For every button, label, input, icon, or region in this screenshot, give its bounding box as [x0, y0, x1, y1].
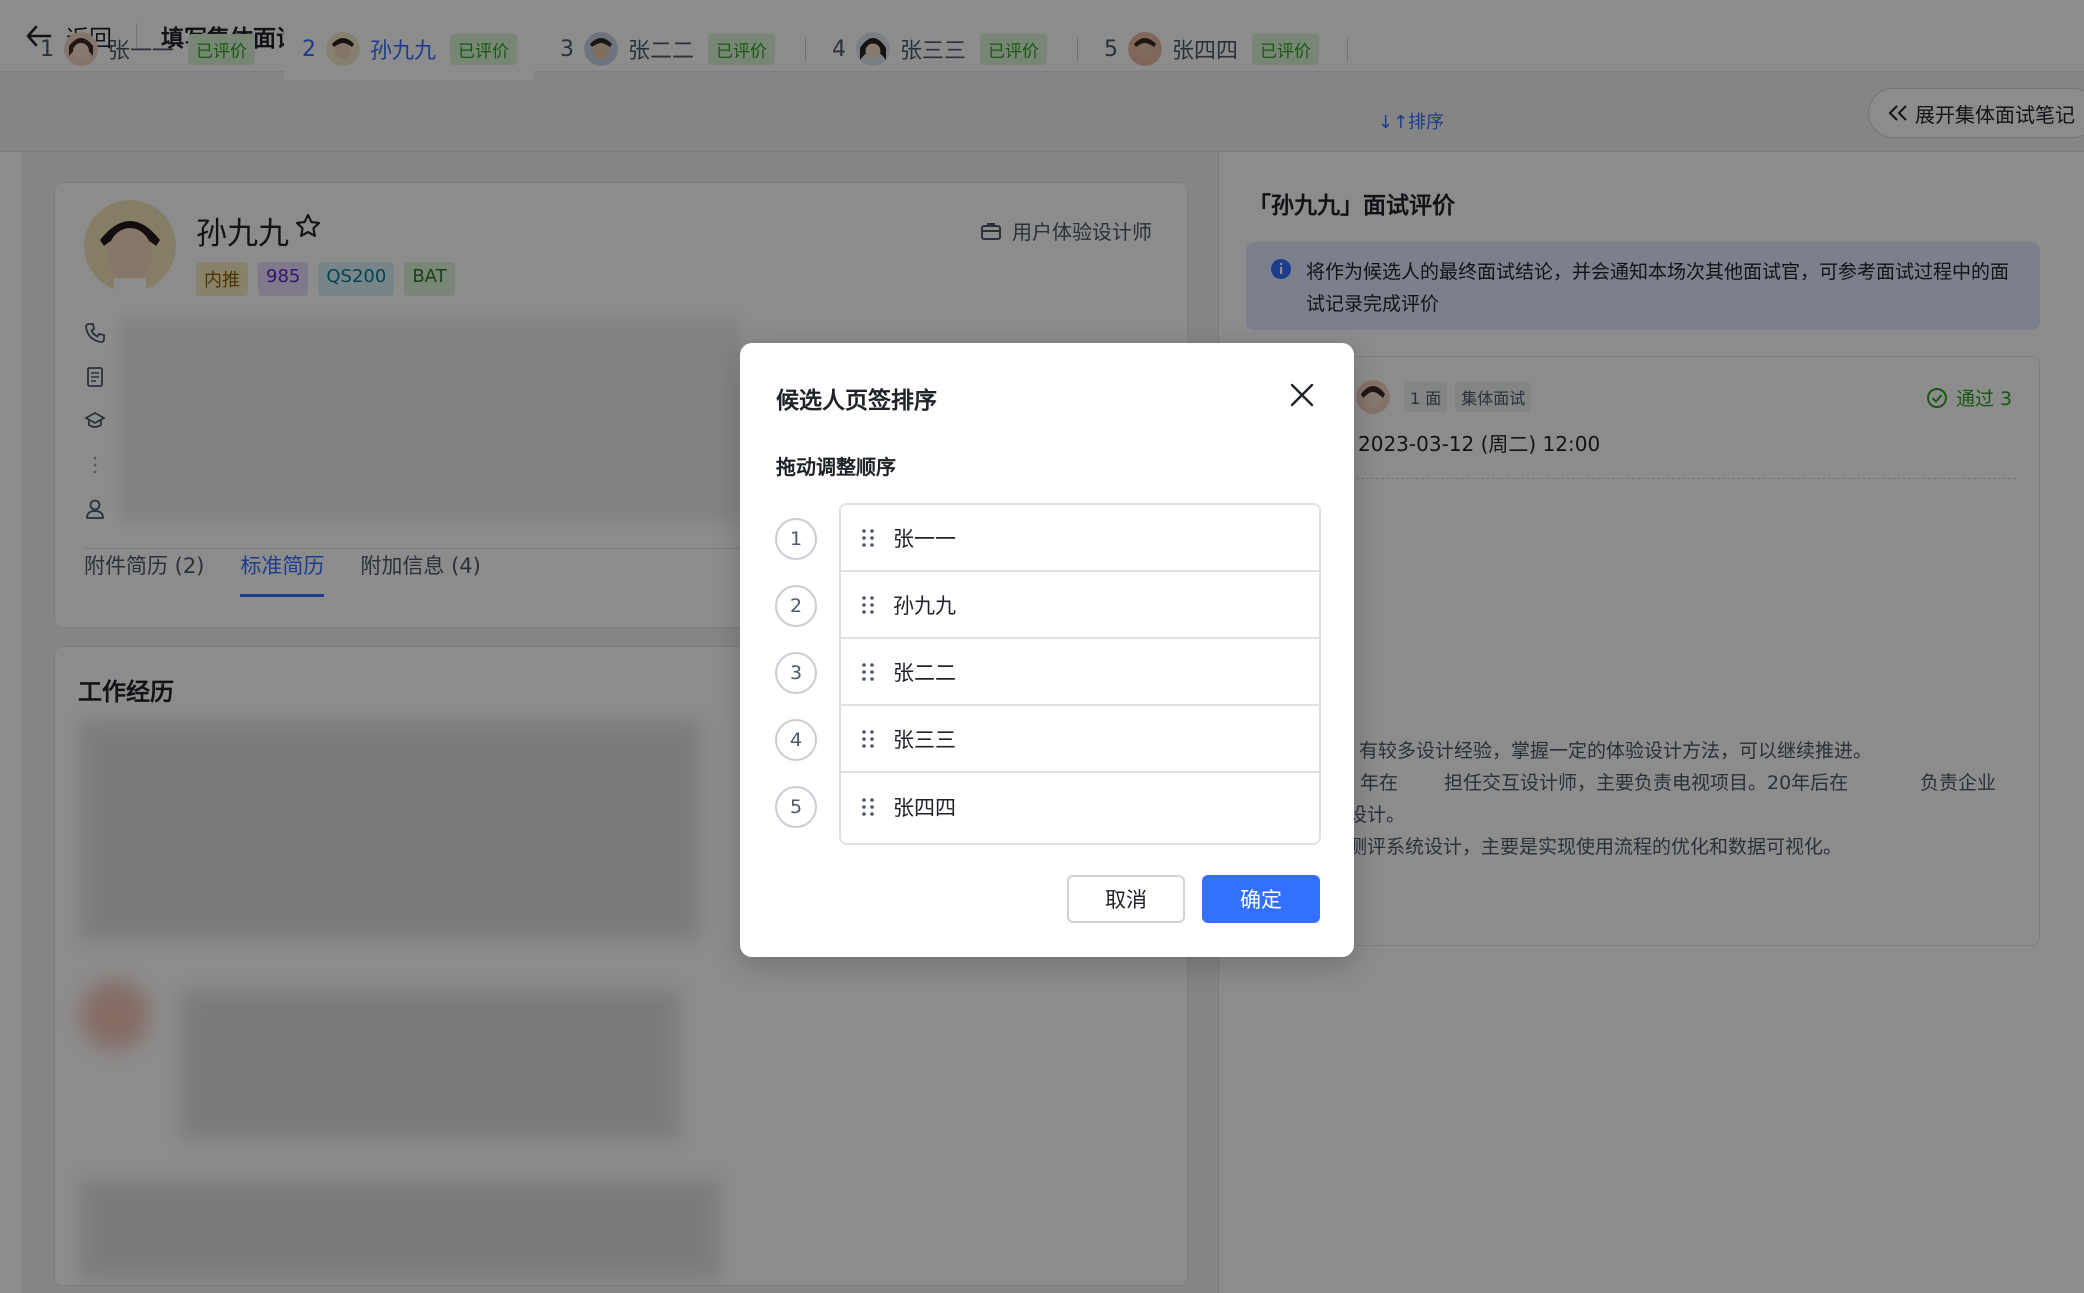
sortable-item[interactable]: 张一一 [841, 505, 1319, 572]
sortable-item[interactable]: 孙九九 [841, 572, 1319, 639]
sortable-item[interactable]: 张三三 [841, 706, 1319, 773]
sortable-list: 张一一 孙九九 张二二 张三三 张四四 [839, 503, 1321, 845]
sortable-item[interactable]: 张二二 [841, 639, 1319, 706]
item-name: 张四四 [893, 795, 956, 820]
dialog-subtitle: 拖动调整顺序 [776, 455, 896, 479]
order-number: 5 [775, 786, 817, 828]
sortable-item[interactable]: 张四四 [841, 773, 1319, 840]
order-number: 1 [775, 518, 817, 560]
order-number: 2 [775, 585, 817, 627]
order-number: 3 [775, 652, 817, 694]
page: 返回 填写集体面试评价 1 张一一 已评价 2 孙九九 已评价 3 张二二 已评… [0, 0, 2084, 1293]
drag-handle-icon[interactable] [861, 595, 875, 615]
order-number: 4 [775, 719, 817, 761]
drag-handle-icon[interactable] [861, 662, 875, 682]
item-name: 张一一 [893, 526, 956, 551]
item-name: 张二二 [893, 660, 956, 685]
dialog-title: 候选人页签排序 [776, 388, 937, 414]
cancel-button[interactable]: 取消 [1067, 875, 1185, 923]
drag-handle-icon[interactable] [861, 729, 875, 749]
item-name: 孙九九 [893, 593, 956, 618]
sort-candidates-dialog: 候选人页签排序 拖动调整顺序 1 2 3 4 5 张一一 孙九九 张二二 张三三 [740, 343, 1354, 957]
item-name: 张三三 [893, 727, 956, 752]
drag-handle-icon[interactable] [861, 528, 875, 548]
drag-handle-icon[interactable] [861, 797, 875, 817]
confirm-button[interactable]: 确定 [1202, 875, 1320, 923]
close-icon[interactable] [1288, 381, 1316, 409]
